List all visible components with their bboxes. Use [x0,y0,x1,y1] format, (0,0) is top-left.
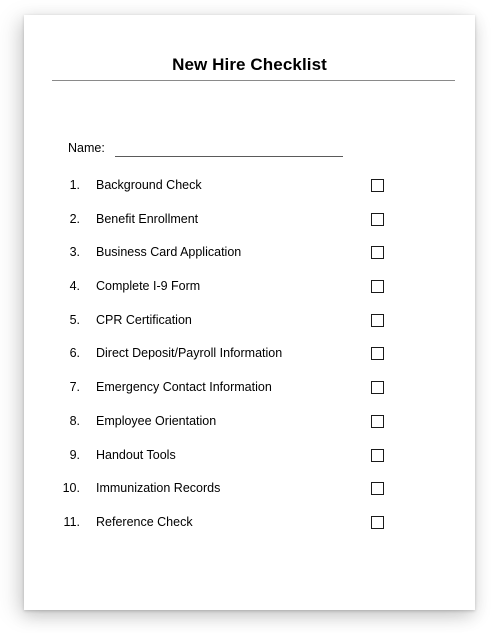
checklist-row[interactable]: 7. Emergency Contact Information [24,380,475,414]
checklist-item-label: Background Check [96,178,202,192]
checklist-item-label: Benefit Enrollment [96,211,199,226]
checkbox-empty-icon[interactable] [371,280,384,294]
checkbox-empty-icon[interactable] [371,448,384,462]
checklist-item-label: Direct Deposit/Payroll Information [96,346,283,361]
checklist-row[interactable]: 4. Complete I-9 Form [24,279,475,313]
document-page: New Hire Checklist Name: 1. Background Ch… [24,15,475,610]
checklist-item-label: Complete I-9 Form [96,279,201,294]
checkbox-empty-icon[interactable] [371,381,384,395]
checklist-item-number: 3. [69,245,80,260]
checklist-item-label: CPR Certification [96,312,192,327]
name-label: Name: [68,141,105,155]
checklist-item-number: 8. [69,413,80,428]
checkbox-empty-icon[interactable] [371,347,384,361]
checklist-item-number: 6. [69,346,80,361]
checklist-item-number: 7. [69,380,80,395]
checklist-item-number: 4. [69,279,80,294]
checklist-item-number: 5. [69,312,80,327]
checklist-item-label: Employee Orientation [96,413,217,428]
checklist-item-label: Immunization Records [96,481,221,496]
checkbox-empty-icon[interactable] [371,212,384,226]
checklist-item-number: 9. [69,447,80,462]
page-title: New Hire Checklist [172,55,327,74]
checklist-row[interactable]: 5. CPR Certification [24,313,475,347]
checkbox-empty-icon[interactable] [371,482,384,496]
checklist-row[interactable]: 3. Business Card Application [24,245,475,279]
checkbox-empty-icon[interactable] [371,246,384,260]
checklist-item-label: Business Card Application [96,245,242,260]
checklist-row[interactable]: 10. Immunization Records [24,481,475,515]
checklist-row[interactable]: 8. Employee Orientation [24,414,475,448]
checklist: 1. Background Check 2. Benefit Enrollment 3.… [24,178,475,549]
checklist-row[interactable]: 1. Background Check [24,178,475,212]
checklist-item-number: 1. [69,178,80,192]
checkbox-empty-icon[interactable] [371,515,384,529]
checklist-item-number: 10. [62,481,80,496]
checklist-row[interactable]: 11. Reference Check [24,515,475,549]
checklist-item-label: Handout Tools [96,447,176,462]
checklist-item-label: Reference Check [96,514,193,529]
checkbox-empty-icon[interactable] [371,313,384,327]
checkbox-empty-icon[interactable] [371,179,384,192]
checklist-row[interactable]: 6. Direct Deposit/Payroll Information [24,346,475,380]
checklist-item-number: 2. [69,211,80,226]
checklist-row[interactable]: 2. Benefit Enrollment [24,212,475,246]
title-divider [52,80,455,81]
screenshot-canvas: New Hire Checklist Name: 1. Background Ch… [0,0,500,633]
checklist-item-number: 11. [63,514,80,529]
name-input-line[interactable] [115,156,343,157]
checklist-row[interactable]: 9. Handout Tools [24,448,475,482]
checkbox-empty-icon[interactable] [371,414,384,428]
checklist-item-label: Emergency Contact Information [96,380,272,395]
